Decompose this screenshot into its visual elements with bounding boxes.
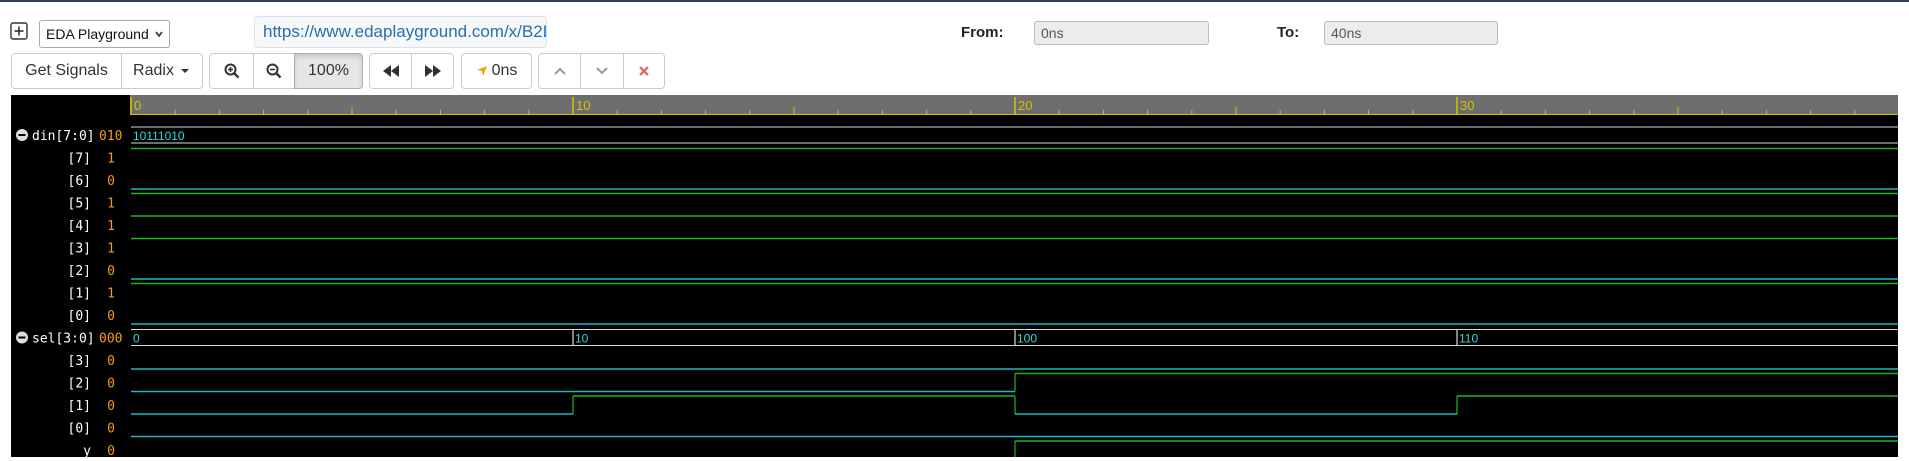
expand-plus-icon[interactable] [10, 22, 29, 41]
signal-name[interactable]: [1] [68, 287, 91, 302]
share-url-field[interactable]: https://www.edaplayground.com/x/B2Dk [254, 16, 547, 48]
zoom-out-icon [266, 63, 282, 79]
signal-value: 0 [107, 309, 115, 324]
cursor-time-button[interactable]: 0ns [461, 53, 532, 89]
chevron-down-icon [155, 31, 163, 38]
radix-dropdown-button[interactable]: Radix [121, 53, 203, 89]
signal-name[interactable]: [0] [68, 422, 91, 437]
waveform-canvas[interactable]: 0 10 20 30din[7:0] 010 10111010[7] 1[6] 0[5] 1[4… [11, 95, 1898, 457]
signal-value: 0 [107, 354, 115, 369]
time-ruler[interactable] [130, 95, 1898, 115]
ruler-tick-label: 30 [1460, 98, 1474, 113]
signal-value: 0 [107, 422, 115, 437]
signal-name[interactable]: [7] [68, 152, 91, 167]
signal-name[interactable]: [3] [68, 354, 91, 369]
waveform-viewer[interactable]: 0 10 20 30 din[7:0] 010 10111010 [7] 1 [6] 0 [5] 1 [4… [11, 95, 1898, 457]
collapse-icon-bar [18, 336, 26, 339]
signal-value: 0 [107, 399, 115, 414]
signal-value: 010 [99, 129, 122, 144]
bus-segment-value: 100 [1017, 332, 1037, 346]
signal-name[interactable]: [6] [68, 174, 91, 189]
signal-name[interactable]: din[7:0] [32, 129, 95, 144]
zoom-out-button[interactable] [253, 53, 295, 89]
zoom-in-icon [224, 63, 239, 79]
bus-segment-value: 10 [575, 332, 589, 346]
signal-value: 1 [107, 197, 115, 212]
ruler-corner [11, 95, 130, 115]
signal-name[interactable]: y [83, 444, 91, 457]
caret-down-icon [180, 69, 189, 73]
get-signals-button[interactable]: Get Signals [11, 53, 122, 89]
to-label: To: [1277, 24, 1300, 41]
collapse-icon-bar [18, 134, 26, 136]
bus-segment-value: 0 [133, 332, 140, 346]
from-time-input[interactable]: 0ns [1034, 21, 1209, 45]
ruler-tick-label: 10 [576, 98, 590, 113]
provider-select[interactable]: EDA Playground [39, 20, 170, 48]
bus-segment-value: 110 [1459, 332, 1478, 346]
signal-name[interactable]: [5] [68, 197, 91, 212]
next-edge-button[interactable] [580, 53, 624, 89]
zoom-in-button[interactable] [209, 53, 254, 89]
provider-select-value: EDA Playground [46, 26, 149, 42]
signal-value: 0 [107, 377, 115, 392]
to-time-input[interactable]: 40ns [1324, 21, 1498, 45]
signal-name[interactable]: [2] [68, 264, 91, 279]
radix-label: Radix [133, 62, 174, 79]
signal-value: 1 [107, 152, 115, 167]
signal-value: 1 [107, 242, 115, 257]
step-forward-button[interactable] [411, 53, 454, 89]
zoom-level-button[interactable]: 100% [294, 53, 363, 89]
fast-forward-icon [424, 65, 441, 77]
signal-value: 1 [107, 219, 115, 234]
from-label: From: [961, 24, 1004, 41]
location-arrow-icon [476, 66, 487, 76]
signal-value: 0 [107, 264, 115, 279]
signal-name[interactable]: [1] [68, 399, 91, 414]
signal-value: 0 [107, 444, 115, 457]
window-top-border [0, 0, 1909, 2]
step-back-button[interactable] [369, 53, 412, 89]
bus-segment-value: 10111010 [133, 129, 185, 143]
previous-edge-button[interactable] [538, 53, 581, 89]
signal-name[interactable]: sel[3:0] [32, 332, 95, 347]
signal-name[interactable]: [4] [68, 219, 91, 234]
signal-value: 0 [107, 174, 115, 189]
close-icon [639, 66, 649, 76]
fast-backward-icon [382, 65, 399, 77]
signal-value: 1 [107, 287, 115, 302]
signal-value: 000 [99, 332, 122, 347]
signal-name[interactable]: [0] [68, 309, 91, 324]
signal-name[interactable]: [3] [68, 242, 91, 257]
remove-signal-button[interactable] [623, 53, 665, 89]
cursor-time-value: 0ns [491, 62, 518, 79]
signal-name[interactable]: [2] [68, 377, 91, 392]
ruler-tick-label: 20 [1018, 98, 1032, 113]
chevron-up-icon [553, 67, 566, 75]
chevron-down-icon [596, 67, 608, 75]
ruler-tick-label: 0 [134, 98, 141, 113]
